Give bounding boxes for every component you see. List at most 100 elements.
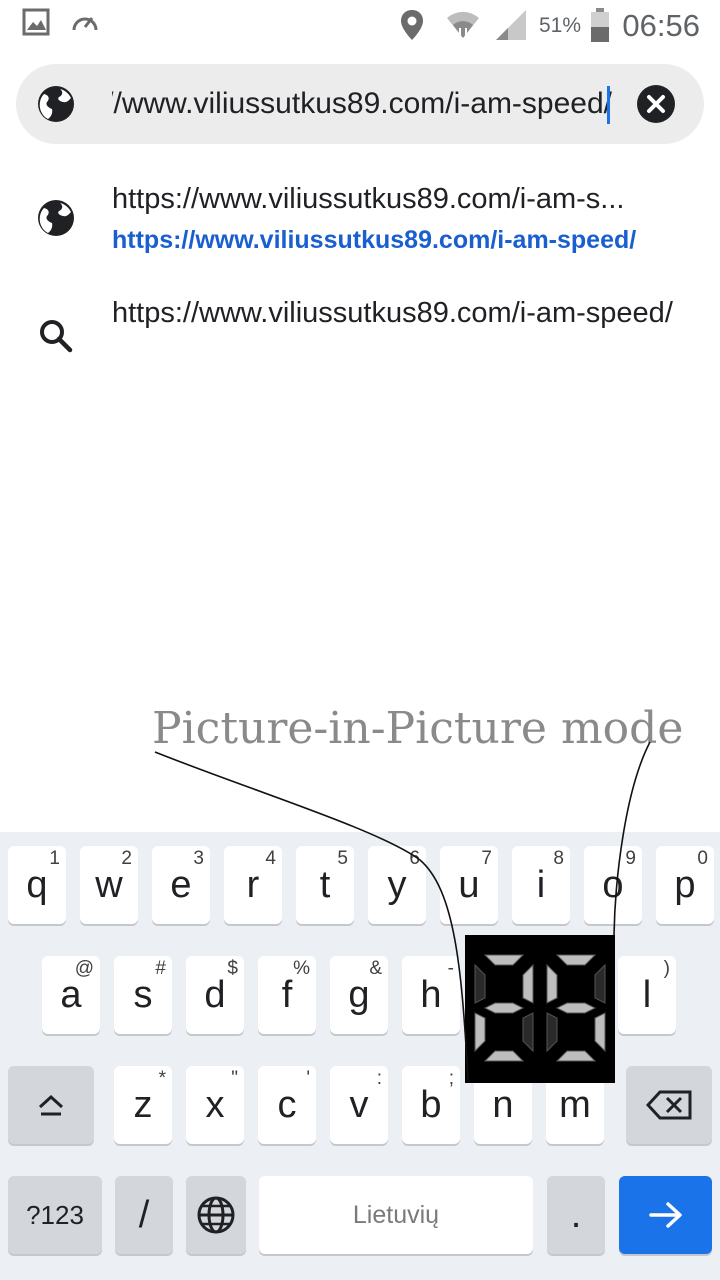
segment-b bbox=[522, 963, 534, 1004]
key-label: p bbox=[674, 863, 696, 906]
key-q[interactable]: q1 bbox=[8, 846, 66, 924]
key-hint: 9 bbox=[625, 848, 636, 869]
key-l[interactable]: l) bbox=[618, 956, 676, 1034]
key-b[interactable]: b; bbox=[402, 1066, 460, 1144]
key-hint: - bbox=[447, 958, 454, 979]
key-y[interactable]: y6 bbox=[368, 846, 426, 924]
backspace-icon bbox=[646, 1090, 692, 1120]
segment-d bbox=[555, 1050, 597, 1062]
period-key[interactable]: . bbox=[547, 1176, 605, 1254]
key-hint: 4 bbox=[265, 848, 276, 869]
key-label: r bbox=[246, 863, 260, 906]
key-label: v bbox=[349, 1083, 369, 1126]
key-hint: 8 bbox=[553, 848, 564, 869]
key-hint: 7 bbox=[481, 848, 492, 869]
shift-key[interactable] bbox=[8, 1066, 94, 1144]
key-hint: ' bbox=[306, 1068, 310, 1089]
segment-e bbox=[474, 1012, 486, 1053]
globe-icon bbox=[38, 200, 74, 236]
key-p[interactable]: p0 bbox=[656, 846, 714, 924]
segment-f bbox=[546, 963, 558, 1004]
pip-window[interactable] bbox=[465, 935, 615, 1083]
suggestion-search[interactable]: https://www.viliussutkus89.com/i-am-spee… bbox=[0, 288, 720, 388]
key-x[interactable]: x " bbox=[186, 1066, 244, 1144]
key-hint: 6 bbox=[409, 848, 420, 869]
language-key[interactable] bbox=[186, 1176, 246, 1254]
key-hint: : bbox=[376, 1068, 382, 1089]
key-v[interactable]: v: bbox=[330, 1066, 388, 1144]
key-label: g bbox=[348, 973, 370, 1016]
suggestion-search-text: https://www.viliussutkus89.com/i-am-spee… bbox=[112, 297, 673, 329]
key-r[interactable]: r4 bbox=[224, 846, 282, 924]
backspace-key[interactable] bbox=[626, 1066, 712, 1144]
key-label: i bbox=[536, 863, 546, 906]
key-label: s bbox=[133, 973, 153, 1016]
key-i[interactable]: i8 bbox=[512, 846, 570, 924]
key-hint: @ bbox=[74, 958, 94, 979]
key-label: y bbox=[387, 863, 407, 906]
space-key[interactable]: Lietuvių bbox=[259, 1176, 533, 1254]
battery-icon bbox=[591, 8, 609, 42]
segment-a bbox=[555, 954, 597, 966]
globe-icon bbox=[197, 1196, 235, 1234]
key-hint: % bbox=[293, 958, 310, 979]
speedometer-icon bbox=[72, 17, 98, 31]
clear-icon bbox=[647, 95, 665, 113]
arrow-right-icon bbox=[648, 1202, 682, 1228]
clear-button[interactable] bbox=[637, 85, 675, 123]
key-label: e bbox=[170, 863, 192, 906]
text-cursor bbox=[607, 86, 610, 124]
pip-speed-display bbox=[474, 954, 606, 1062]
key-e[interactable]: e3 bbox=[152, 846, 210, 924]
clock: 06:56 bbox=[622, 8, 700, 43]
image-icon bbox=[22, 8, 50, 36]
key-c[interactable]: c ' bbox=[258, 1066, 316, 1144]
key-t[interactable]: t5 bbox=[296, 846, 354, 924]
key-hint: 0 bbox=[697, 848, 708, 869]
key-g[interactable]: g & bbox=[330, 956, 388, 1034]
key-hint: 3 bbox=[193, 848, 204, 869]
key-a[interactable]: a @ bbox=[42, 956, 100, 1034]
key-label: z bbox=[133, 1083, 153, 1126]
segment-e bbox=[546, 1012, 558, 1053]
segment-a bbox=[483, 954, 525, 966]
suggestion-link: https://www.viliussutkus89.com/i-am-spee… bbox=[112, 226, 637, 254]
key-hint: 2 bbox=[121, 848, 132, 869]
key-s[interactable]: s # bbox=[114, 956, 172, 1034]
key-label: l bbox=[642, 973, 652, 1016]
segment-c bbox=[594, 1012, 606, 1053]
key-h[interactable]: h- bbox=[402, 956, 460, 1034]
go-key[interactable] bbox=[619, 1176, 712, 1254]
segment-b bbox=[594, 963, 606, 1004]
key-label: h bbox=[420, 973, 442, 1016]
key-u[interactable]: u7 bbox=[440, 846, 498, 924]
url-input[interactable]: https://www.viliussutkus89.com/i-am-spee… bbox=[112, 82, 612, 126]
key-d[interactable]: d $ bbox=[186, 956, 244, 1034]
key-label: c bbox=[277, 1083, 297, 1126]
key-label: f bbox=[281, 973, 293, 1016]
wifi-icon bbox=[447, 11, 479, 39]
symbols-key[interactable]: ?123 bbox=[8, 1176, 102, 1254]
key-label: q bbox=[26, 863, 48, 906]
key-hint: 5 bbox=[337, 848, 348, 869]
key-w[interactable]: w2 bbox=[80, 846, 138, 924]
segment-f bbox=[474, 963, 486, 1004]
battery-percent: 51% bbox=[539, 14, 582, 37]
key-label: n bbox=[492, 1083, 514, 1126]
key-o[interactable]: o9 bbox=[584, 846, 642, 924]
slash-key[interactable]: / bbox=[115, 1176, 173, 1254]
key-hint: " bbox=[231, 1068, 238, 1089]
segment-g bbox=[483, 1002, 525, 1014]
key-hint: * bbox=[158, 1068, 166, 1089]
key-label: u bbox=[458, 863, 480, 906]
url-bar[interactable]: https://www.viliussutkus89.com/i-am-spee… bbox=[16, 64, 704, 144]
signal-icon bbox=[496, 10, 526, 40]
key-label: x bbox=[205, 1083, 225, 1126]
location-icon bbox=[401, 10, 423, 40]
suggestion-url[interactable]: https://www.viliussutkus89.com/i-am-s...… bbox=[0, 172, 720, 272]
key-z[interactable]: z * bbox=[114, 1066, 172, 1144]
suggestion-title: https://www.viliussutkus89.com/i-am-s... bbox=[112, 183, 625, 215]
key-f[interactable]: f% bbox=[258, 956, 316, 1034]
segment-c bbox=[522, 1012, 534, 1053]
search-icon bbox=[40, 320, 73, 353]
